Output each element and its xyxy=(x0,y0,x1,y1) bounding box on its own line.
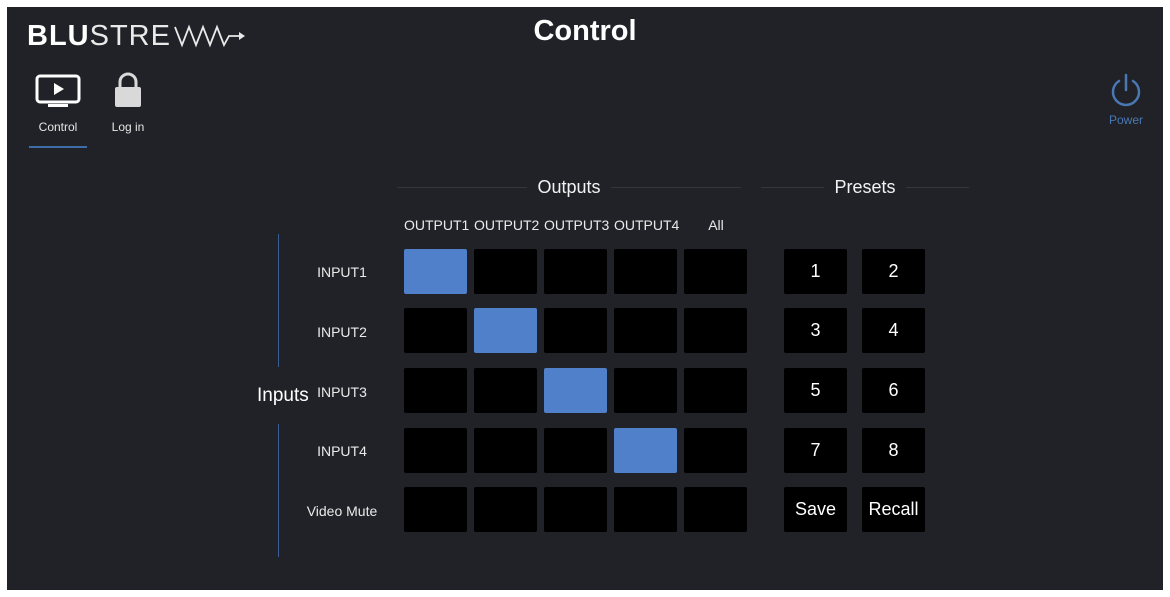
page-title: Control xyxy=(533,15,637,47)
column-label-output3: OUTPUT3 xyxy=(544,217,610,233)
matrix-cell-input4-output1[interactable] xyxy=(404,428,467,473)
preset-recall-button[interactable]: Recall xyxy=(862,487,925,532)
row-label-input4: INPUT4 xyxy=(317,443,367,459)
matrix-cell-input4-output3[interactable] xyxy=(544,428,607,473)
row-label-input3: INPUT3 xyxy=(317,384,367,400)
matrix-cell-video-mute-output3[interactable] xyxy=(544,487,607,532)
preset-4-button[interactable]: 4 xyxy=(862,308,925,353)
matrix-cell-input1-all[interactable] xyxy=(684,249,747,294)
column-label-output1: OUTPUT1 xyxy=(404,217,470,233)
matrix-cell-input1-output1[interactable] xyxy=(404,249,467,294)
app-window: BLU STRE Control Control Log in Power Ou… xyxy=(7,7,1163,590)
matrix-cell-input4-output2[interactable] xyxy=(474,428,537,473)
matrix-cell-input3-output3[interactable] xyxy=(544,368,607,413)
column-label-all: All xyxy=(708,217,724,233)
preset-5-button[interactable]: 5 xyxy=(784,368,847,413)
matrix-cell-input2-all[interactable] xyxy=(684,308,747,353)
matrix-cell-input2-output3[interactable] xyxy=(544,308,607,353)
row-label-video-mute: Video Mute xyxy=(306,503,378,519)
matrix-cell-video-mute-all[interactable] xyxy=(684,487,747,532)
preset-1-button[interactable]: 1 xyxy=(784,249,847,294)
matrix-cell-input3-output1[interactable] xyxy=(404,368,467,413)
matrix-cell-input2-output4[interactable] xyxy=(614,308,677,353)
row-label-input2: INPUT2 xyxy=(317,324,367,340)
presets-title: Presets xyxy=(834,177,896,197)
column-label-output2: OUTPUT2 xyxy=(474,217,540,233)
matrix-cell-input1-output4[interactable] xyxy=(614,249,677,294)
matrix-cell-input4-output4[interactable] xyxy=(614,428,677,473)
matrix-cell-video-mute-output2[interactable] xyxy=(474,487,537,532)
preset-6-button[interactable]: 6 xyxy=(862,368,925,413)
preset-8-button[interactable]: 8 xyxy=(862,428,925,473)
matrix-cell-input3-output4[interactable] xyxy=(614,368,677,413)
power-label: Power xyxy=(1108,113,1143,127)
column-label-output4: OUTPUT4 xyxy=(614,217,680,233)
presets-header: Presets xyxy=(761,177,969,198)
preset-7-button[interactable]: 7 xyxy=(784,428,847,473)
outputs-title: Outputs xyxy=(537,177,601,197)
nav-item-login[interactable]: Log in xyxy=(97,69,159,147)
preset-2-button[interactable]: 2 xyxy=(862,249,925,294)
top-nav: Control Log in xyxy=(27,69,167,148)
matrix-cell-input1-output3[interactable] xyxy=(544,249,607,294)
matrix-cell-video-mute-output4[interactable] xyxy=(614,487,677,532)
lock-icon xyxy=(115,72,141,107)
power-button[interactable]: Power xyxy=(1099,73,1153,127)
power-icon xyxy=(1111,73,1141,107)
outputs-header: Outputs xyxy=(397,177,742,198)
nav-item-label: Control xyxy=(38,120,78,134)
nav-item-label: Log in xyxy=(111,120,145,134)
nav-item-control[interactable]: Control xyxy=(27,69,89,148)
matrix-cell-input3-output2[interactable] xyxy=(474,368,537,413)
matrix-cell-input2-output1[interactable] xyxy=(404,308,467,353)
monitor-play-icon xyxy=(35,74,81,107)
matrix-cell-input4-all[interactable] xyxy=(684,428,747,473)
row-label-input1: INPUT1 xyxy=(317,264,367,280)
preset-save-button[interactable]: Save xyxy=(784,487,847,532)
matrix-cell-input2-output2[interactable] xyxy=(474,308,537,353)
matrix-cell-input1-output2[interactable] xyxy=(474,249,537,294)
matrix-cell-input3-all[interactable] xyxy=(684,368,747,413)
matrix-cell-video-mute-output1[interactable] xyxy=(404,487,467,532)
preset-3-button[interactable]: 3 xyxy=(784,308,847,353)
